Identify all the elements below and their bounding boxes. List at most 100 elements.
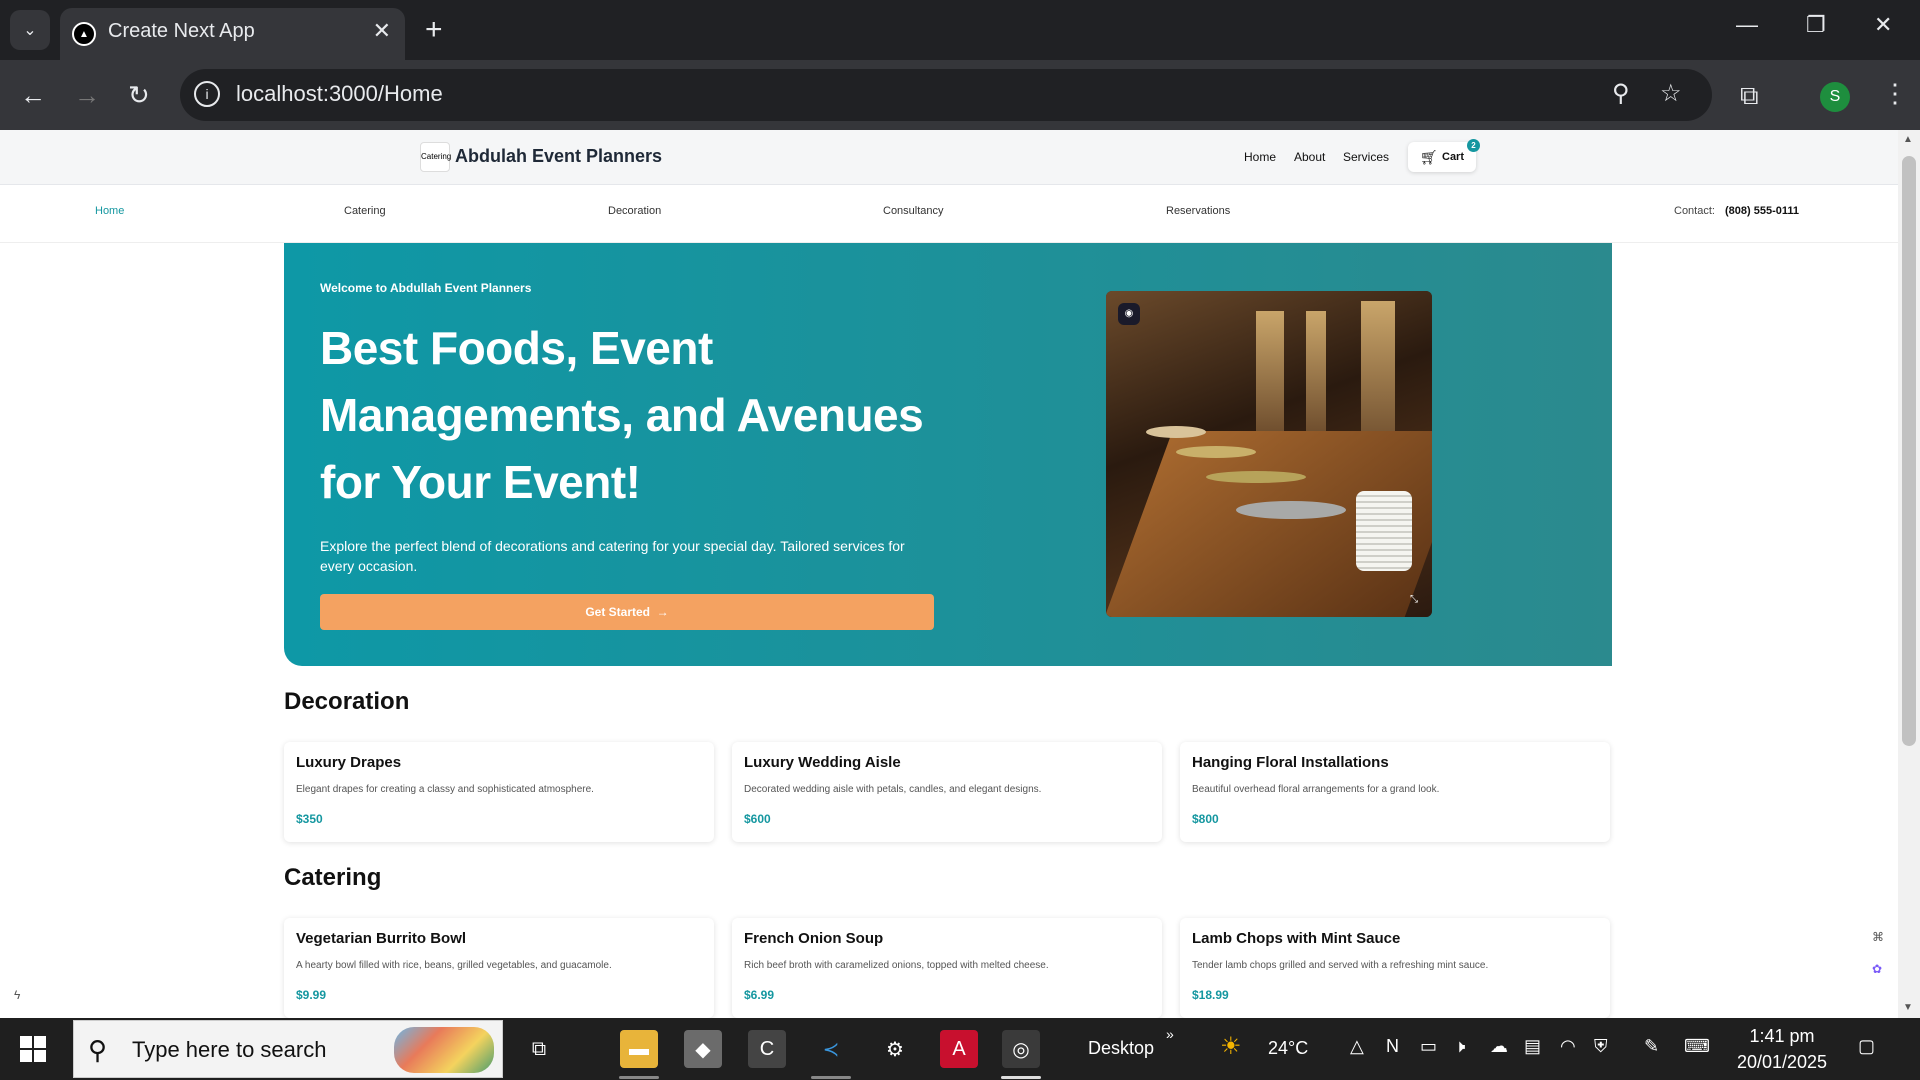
app-icon[interactable]: ◆ — [684, 1030, 722, 1068]
onedrive-icon[interactable]: ☁ — [1490, 1036, 1508, 1057]
arrow-right-icon: → — [653, 605, 669, 619]
weather-icon[interactable]: ☀ — [1220, 1032, 1242, 1061]
keyboard-icon[interactable]: ⌨ — [1684, 1036, 1710, 1057]
acrobat-icon[interactable]: A — [940, 1030, 978, 1068]
contact-label: Contact: — [1674, 205, 1715, 217]
site-logo[interactable]: Catering — [420, 142, 451, 172]
subnav-decoration[interactable]: Decoration — [608, 205, 661, 217]
product-price: $6.99 — [744, 988, 775, 1002]
page-scrollbar[interactable]: ▲ ▼ — [1898, 130, 1920, 1018]
browser-tab[interactable]: ▲ Create Next App ✕ — [60, 8, 405, 60]
sub-navigation: Home Catering Decoration Consultancy Res… — [0, 185, 1898, 243]
settings-gear-icon[interactable]: ⚙ — [876, 1030, 914, 1068]
window-close-button[interactable]: ✕ — [1874, 12, 1892, 38]
new-tab-button[interactable]: + — [425, 10, 443, 50]
notifications-icon[interactable]: ▢ — [1858, 1036, 1875, 1057]
subnav-reservations[interactable]: Reservations — [1166, 205, 1230, 217]
desktop-toolbar-label[interactable]: Desktop — [1088, 1038, 1154, 1059]
cart-button[interactable]: 🛒︎ Cart — [1408, 142, 1476, 172]
product-card[interactable]: Luxury Wedding Aisle Decorated wedding a… — [732, 742, 1162, 842]
product-price: $9.99 — [296, 988, 327, 1002]
product-description: Elegant drapes for creating a classy and… — [296, 784, 594, 795]
browser-menu-icon[interactable]: ⋮ — [1882, 78, 1908, 109]
browser-tab-bar: ⌄ ▲ Create Next App ✕ + — ❐ ✕ — [0, 0, 1920, 60]
subnav-home[interactable]: Home — [95, 205, 124, 217]
product-name: Luxury Wedding Aisle — [744, 754, 901, 771]
minimize-button[interactable]: — — [1736, 12, 1758, 38]
section-title-decoration: Decoration — [284, 688, 410, 715]
bookmark-star-icon[interactable]: ☆ — [1660, 79, 1682, 108]
taskbar-search[interactable]: ⚲ Type here to search — [73, 1020, 503, 1078]
pen-icon[interactable]: ✎ — [1644, 1036, 1659, 1057]
cart-icon: 🛒︎ — [1420, 149, 1438, 165]
image-overlay-icon[interactable]: ◉ — [1118, 303, 1140, 325]
brand-name[interactable]: Abdulah Event Planners — [455, 146, 662, 167]
toolbar-overflow-icon[interactable]: » — [1166, 1026, 1174, 1042]
contact-phone[interactable]: (808) 555-0111 — [1725, 205, 1799, 217]
get-started-button[interactable]: Get Started → — [320, 594, 934, 630]
display-icon[interactable]: ▤ — [1524, 1036, 1541, 1057]
product-description: Tender lamb chops grilled and served wit… — [1192, 960, 1489, 971]
zoom-icon[interactable]: ⚲ — [1612, 79, 1630, 108]
subnav-consultancy[interactable]: Consultancy — [883, 205, 944, 217]
product-card[interactable]: Vegetarian Burrito Bowl A hearty bowl fi… — [284, 918, 714, 1018]
windows-start-icon[interactable] — [20, 1036, 46, 1062]
get-started-label: Get Started — [585, 605, 650, 619]
forward-button[interactable]: → — [74, 80, 100, 110]
back-button[interactable]: ← — [20, 80, 46, 110]
security-shield-icon[interactable]: ⛨ — [1594, 1036, 1608, 1057]
product-price: $18.99 — [1192, 988, 1229, 1002]
scroll-up-icon[interactable]: ▲ — [1903, 134, 1913, 145]
tab-close-icon[interactable]: ✕ — [373, 18, 391, 44]
chrome-icon[interactable]: ◎ — [1002, 1030, 1040, 1068]
product-description: Beautiful overhead floral arrangements f… — [1192, 784, 1440, 795]
battery-icon[interactable]: ▭ — [1420, 1036, 1437, 1057]
address-bar[interactable]: i localhost:3000/Home ⚲ ☆ — [180, 69, 1712, 121]
url-text[interactable]: localhost:3000/Home — [236, 81, 443, 107]
tray-app-icon[interactable]: △ — [1350, 1036, 1364, 1057]
scroll-thumb[interactable] — [1902, 156, 1916, 746]
tab-search-dropdown[interactable]: ⌄ — [10, 10, 50, 50]
product-card[interactable]: Luxury Drapes Elegant drapes for creatin… — [284, 742, 714, 842]
topnav-services[interactable]: Services — [1343, 150, 1389, 164]
restore-button[interactable]: ❐ — [1806, 12, 1826, 38]
floating-assistant-icon[interactable]: ✿ — [1872, 962, 1882, 976]
reload-button[interactable]: ↻ — [128, 80, 150, 110]
tab-title: Create Next App — [108, 20, 255, 42]
file-explorer-icon[interactable]: ▬ — [620, 1030, 658, 1068]
search-highlight-art — [394, 1027, 494, 1073]
product-card[interactable]: Lamb Chops with Mint Sauce Tender lamb c… — [1180, 918, 1610, 1018]
tray-onenote-icon[interactable]: N — [1386, 1036, 1399, 1057]
task-view-icon[interactable]: ⧉ — [520, 1030, 558, 1068]
product-name: French Onion Soup — [744, 930, 884, 947]
windows-taskbar: ⚲ Type here to search ⧉ ▬ ◆ C ≺ ⚙ A ◎ De… — [0, 1018, 1920, 1080]
profile-avatar[interactable]: S — [1820, 82, 1850, 112]
topnav-about[interactable]: About — [1294, 150, 1325, 164]
clock-date[interactable]: 20/01/2025 — [1722, 1052, 1842, 1073]
scroll-down-icon[interactable]: ▼ — [1903, 1002, 1913, 1013]
product-card[interactable]: French Onion Soup Rich beef broth with c… — [732, 918, 1162, 1018]
product-card[interactable]: Hanging Floral Installations Beautiful o… — [1180, 742, 1610, 842]
weather-temp[interactable]: 24°C — [1268, 1038, 1308, 1059]
nextjs-dev-indicator-icon[interactable]: ϟ — [14, 988, 20, 1002]
browser-toolbar: ← → ↻ i localhost:3000/Home ⚲ ☆ ⧉ S ⋮ — [0, 60, 1920, 130]
hero-description: Explore the perfect blend of decorations… — [320, 538, 905, 574]
hero-title: Best Foods, Event Managements, and Avenu… — [320, 322, 924, 508]
volume-icon[interactable]: 🕨︎ — [1454, 1036, 1465, 1057]
nextjs-favicon-icon: ▲ — [72, 22, 96, 46]
subnav-catering[interactable]: Catering — [344, 205, 386, 217]
vscode-icon[interactable]: ≺ — [812, 1030, 850, 1068]
floating-grid-icon[interactable]: ⌘ — [1872, 930, 1884, 944]
product-description: Decorated wedding aisle with petals, can… — [744, 784, 1042, 795]
terminal-icon[interactable]: C — [748, 1030, 786, 1068]
expand-icon[interactable]: ⤡ — [1410, 594, 1418, 605]
topnav-home[interactable]: Home — [1244, 150, 1276, 164]
site-info-icon[interactable]: i — [194, 81, 220, 107]
product-name: Vegetarian Burrito Bowl — [296, 930, 467, 947]
wifi-icon[interactable]: ◠ — [1560, 1036, 1576, 1057]
clock-time[interactable]: 1:41 pm — [1722, 1026, 1842, 1047]
site-header: Catering Abdulah Event Planners Home Abo… — [0, 130, 1898, 185]
hero-welcome: Welcome to Abdullah Event Planners — [320, 281, 532, 295]
search-icon: ⚲ — [88, 1035, 108, 1065]
extensions-icon[interactable]: ⧉ — [1740, 80, 1759, 110]
